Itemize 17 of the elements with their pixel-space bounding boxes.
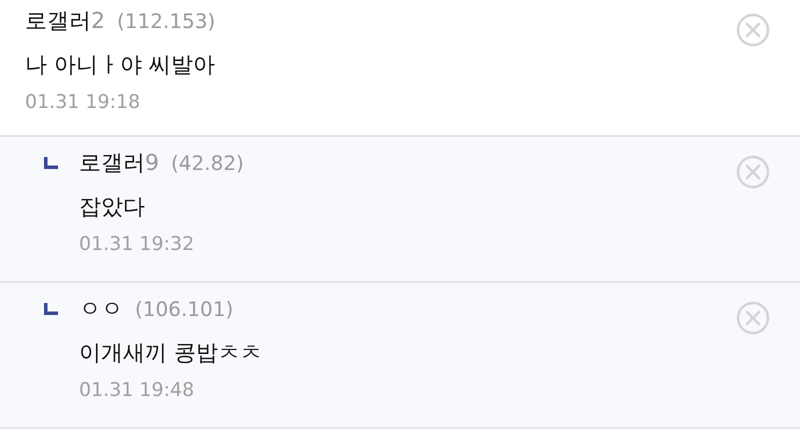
- comment-time: 01.31 19:48: [79, 378, 196, 403]
- reply-arrow-icon: [44, 157, 58, 169]
- ip-address: (42.82): [171, 150, 244, 177]
- delete-icon[interactable]: [736, 155, 770, 189]
- delete-icon[interactable]: [736, 301, 770, 335]
- ip-address: (112.153): [117, 8, 216, 35]
- nickname: 로갤러9: [79, 150, 159, 178]
- nickname: 로갤러 2: [25, 8, 105, 36]
- comment-time: 01.31 19:18: [25, 90, 142, 115]
- ip-address: (106.101): [135, 296, 234, 323]
- comment-text: 잡았다: [79, 194, 146, 222]
- nickname: ㅇㅇ: [79, 296, 123, 324]
- comment-text: 나 아니ㅏ야 씨발아: [25, 52, 216, 80]
- comment-text: 이개새끼 콩밥ㅊㅊ: [79, 340, 263, 368]
- comment-time: 01.31 19:32: [79, 232, 196, 257]
- delete-icon[interactable]: [736, 13, 770, 47]
- reply-arrow-icon: [44, 303, 58, 315]
